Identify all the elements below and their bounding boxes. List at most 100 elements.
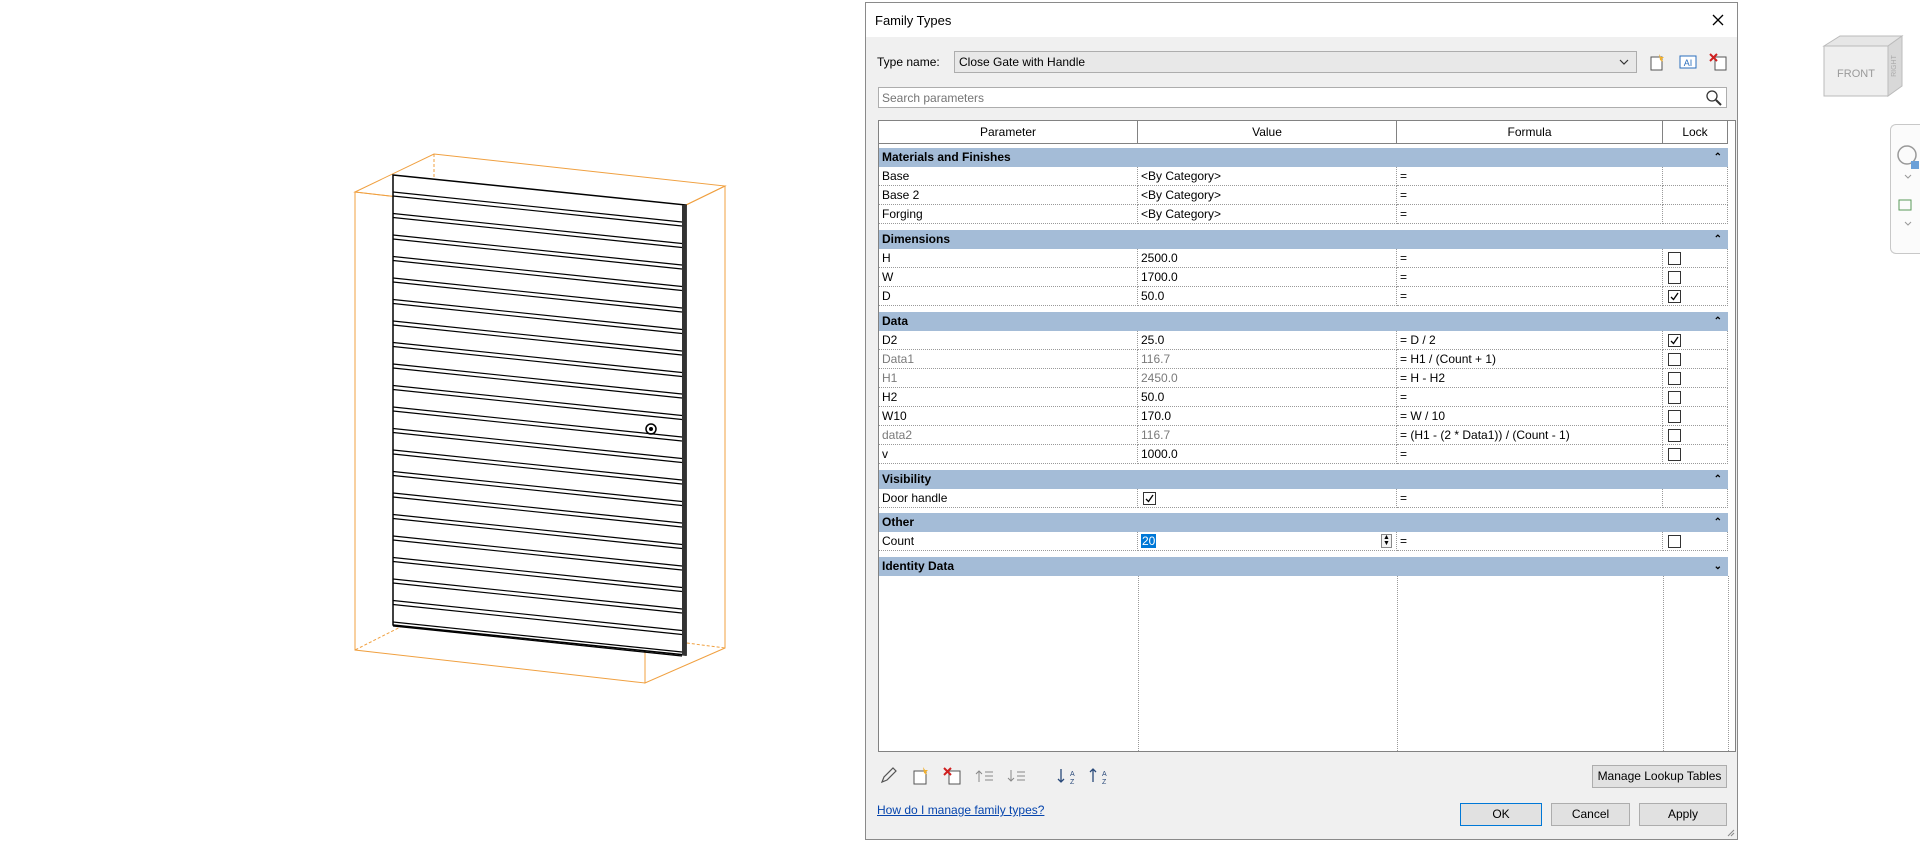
- lock-checkbox-checked[interactable]: [1668, 334, 1681, 347]
- door-handle-checkbox-checked[interactable]: [1143, 492, 1156, 505]
- new-type-button[interactable]: [1645, 51, 1669, 73]
- param-name[interactable]: Data1: [879, 350, 1138, 369]
- sort-ascending-button[interactable]: AZ: [1055, 765, 1079, 787]
- type-name-dropdown[interactable]: Close Gate with Handle: [954, 51, 1637, 73]
- count-value-selected[interactable]: 20: [1141, 534, 1157, 548]
- table-row[interactable]: H1 2450.0 = H - H2: [879, 369, 1728, 388]
- lock-checkbox[interactable]: [1668, 429, 1681, 442]
- view-cube-side-label[interactable]: RIGHT: [1891, 54, 1898, 77]
- column-header-value[interactable]: Value: [1138, 121, 1397, 144]
- lock-checkbox[interactable]: [1668, 252, 1681, 265]
- table-row[interactable]: D 50.0 =: [879, 287, 1728, 306]
- 3d-viewport[interactable]: [0, 0, 860, 858]
- table-row[interactable]: Base <By Category> =: [879, 167, 1728, 186]
- table-row[interactable]: data2 116.7 = (H1 - (2 * Data1)) / (Coun…: [879, 426, 1728, 445]
- lock-checkbox-checked[interactable]: [1668, 290, 1681, 303]
- table-row[interactable]: Base 2 <By Category> =: [879, 186, 1728, 205]
- table-row[interactable]: H2 50.0 =: [879, 388, 1728, 407]
- group-data[interactable]: Data ⌃: [879, 312, 1728, 331]
- view-cube-front-label[interactable]: FRONT: [1837, 68, 1875, 80]
- param-formula[interactable]: =: [1397, 268, 1663, 287]
- table-row[interactable]: Data1 116.7 = H1 / (Count + 1): [879, 350, 1728, 369]
- param-name[interactable]: Forging: [879, 205, 1138, 224]
- cancel-button[interactable]: Cancel: [1551, 803, 1630, 826]
- param-formula[interactable]: = W / 10: [1397, 407, 1663, 426]
- navigation-bar[interactable]: [1890, 124, 1920, 254]
- param-value[interactable]: 1700.0: [1138, 268, 1397, 287]
- group-dimensions[interactable]: Dimensions ⌃: [879, 230, 1728, 249]
- table-row[interactable]: W10 170.0 = W / 10: [879, 407, 1728, 426]
- param-name[interactable]: D: [879, 287, 1138, 306]
- param-name[interactable]: H1: [879, 369, 1138, 388]
- param-value[interactable]: 50.0: [1138, 287, 1397, 306]
- param-value[interactable]: 50.0: [1138, 388, 1397, 407]
- param-name[interactable]: H2: [879, 388, 1138, 407]
- stepper-arrows-icon[interactable]: ▲ ▼: [1381, 534, 1392, 548]
- group-materials-and-finishes[interactable]: Materials and Finishes ⌃: [879, 148, 1728, 167]
- search-icon[interactable]: [1705, 89, 1723, 107]
- count-value-stepper[interactable]: 20 ▲ ▼: [1138, 532, 1397, 551]
- table-row[interactable]: H 2500.0 =: [879, 249, 1728, 268]
- param-name[interactable]: H: [879, 249, 1138, 268]
- param-formula[interactable]: =: [1397, 186, 1663, 205]
- lock-checkbox[interactable]: [1668, 271, 1681, 284]
- sort-descending-button[interactable]: AZ: [1087, 765, 1111, 787]
- param-value[interactable]: <By Category>: [1138, 167, 1397, 186]
- param-value[interactable]: 2500.0: [1138, 249, 1397, 268]
- new-parameter-button[interactable]: [909, 765, 933, 787]
- param-formula[interactable]: =: [1397, 445, 1663, 464]
- param-name[interactable]: W10: [879, 407, 1138, 426]
- param-name[interactable]: Base 2: [879, 186, 1138, 205]
- group-other[interactable]: Other ⌃: [879, 513, 1728, 532]
- search-parameters-field[interactable]: [878, 87, 1727, 108]
- delete-type-button[interactable]: [1707, 51, 1731, 73]
- table-row[interactable]: D2 25.0 = D / 2: [879, 331, 1728, 350]
- param-formula[interactable]: = H1 / (Count + 1): [1397, 350, 1663, 369]
- help-link[interactable]: How do I manage family types?: [877, 803, 1044, 817]
- param-value[interactable]: 1000.0: [1138, 445, 1397, 464]
- collapse-icon[interactable]: ⌃: [1714, 470, 1722, 489]
- param-formula[interactable]: =: [1397, 287, 1663, 306]
- column-header-formula[interactable]: Formula: [1397, 121, 1663, 144]
- param-name[interactable]: Base: [879, 167, 1138, 186]
- dialog-titlebar[interactable]: Family Types: [866, 3, 1737, 37]
- param-name[interactable]: W: [879, 268, 1138, 287]
- param-value[interactable]: <By Category>: [1138, 205, 1397, 224]
- expand-icon[interactable]: ⌄: [1714, 557, 1722, 576]
- group-identity-data[interactable]: Identity Data ⌄: [879, 557, 1728, 576]
- collapse-icon[interactable]: ⌃: [1714, 312, 1722, 331]
- table-row[interactable]: W 1700.0 =: [879, 268, 1728, 287]
- table-row[interactable]: Forging <By Category> =: [879, 205, 1728, 224]
- table-row[interactable]: v 1000.0 =: [879, 445, 1728, 464]
- table-row[interactable]: Count 20 ▲ ▼ =: [879, 532, 1728, 551]
- param-name[interactable]: v: [879, 445, 1138, 464]
- param-formula[interactable]: = D / 2: [1397, 331, 1663, 350]
- resize-grip-icon[interactable]: [1725, 827, 1735, 837]
- column-header-lock[interactable]: Lock: [1663, 121, 1728, 144]
- param-formula[interactable]: =: [1397, 249, 1663, 268]
- param-name[interactable]: Count: [879, 532, 1138, 551]
- param-formula[interactable]: =: [1397, 489, 1663, 508]
- param-formula[interactable]: =: [1397, 532, 1663, 551]
- param-name[interactable]: data2: [879, 426, 1138, 445]
- lock-checkbox[interactable]: [1668, 391, 1681, 404]
- view-cube[interactable]: FRONT RIGHT: [1818, 32, 1908, 102]
- param-name[interactable]: D2: [879, 331, 1138, 350]
- param-name[interactable]: Door handle: [879, 489, 1138, 508]
- lock-checkbox[interactable]: [1668, 353, 1681, 366]
- param-formula[interactable]: =: [1397, 388, 1663, 407]
- param-formula[interactable]: =: [1397, 205, 1663, 224]
- param-value[interactable]: 25.0: [1138, 331, 1397, 350]
- lock-checkbox[interactable]: [1668, 535, 1681, 548]
- collapse-icon[interactable]: ⌃: [1714, 148, 1722, 167]
- param-formula[interactable]: = H - H2: [1397, 369, 1663, 388]
- collapse-icon[interactable]: ⌃: [1714, 513, 1722, 532]
- lock-checkbox[interactable]: [1668, 410, 1681, 423]
- param-value[interactable]: <By Category>: [1138, 186, 1397, 205]
- delete-parameter-button[interactable]: [941, 765, 965, 787]
- param-formula[interactable]: =: [1397, 167, 1663, 186]
- lock-checkbox[interactable]: [1668, 448, 1681, 461]
- table-row[interactable]: Door handle =: [879, 489, 1728, 508]
- search-input[interactable]: [879, 88, 1705, 107]
- move-up-button[interactable]: [973, 765, 997, 787]
